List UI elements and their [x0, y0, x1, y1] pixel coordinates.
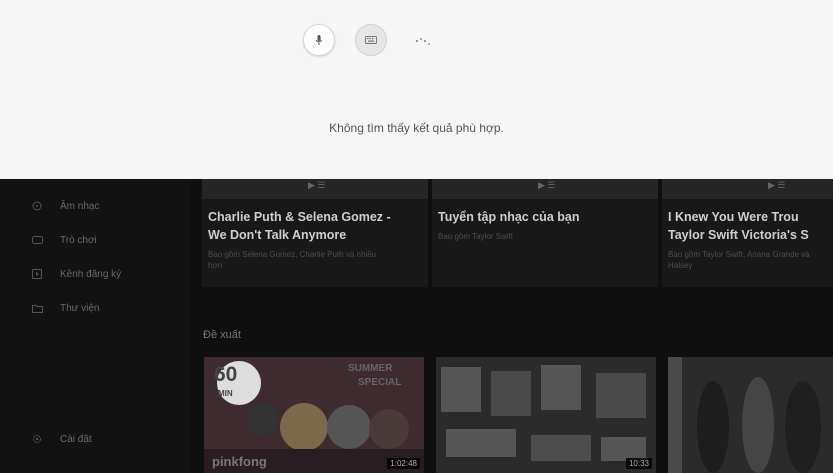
card-title: I Knew You Were Trou Taylor Swift Victori…: [668, 210, 809, 242]
playlist-card[interactable]: ▶ ☰ Charlie Puth & Selena Gomez - We Don'…: [202, 179, 428, 287]
sidebar-item-label: Cài đặt: [60, 433, 92, 445]
thumbnail: ▶ ☰: [202, 179, 428, 199]
duration-badge: 10:33: [625, 458, 652, 469]
playlist-icon: ▶ ☰: [308, 180, 326, 190]
sidebar-item-subscriptions[interactable]: Kênh đăng ký: [30, 267, 121, 281]
card-subtitle: Bao gồm Selena Gomez, Charlie Puth và nh…: [208, 250, 377, 270]
sidebar-item-label: Âm nhạc: [60, 200, 100, 212]
sidebar-item-label: Thư viện: [60, 302, 100, 314]
thumb-text: SPECIAL: [358, 377, 402, 388]
thumbnail: ▶ ☰: [432, 179, 658, 199]
keyboard-search-button[interactable]: [355, 24, 387, 56]
section-title: Đề xuất: [203, 329, 241, 341]
thumb-text: SUMMER: [348, 363, 393, 374]
card-subtitle: Bao gồm Taylor Swift: [438, 232, 513, 241]
video-thumbnail[interactable]: [668, 357, 833, 473]
badge-sub: MIN: [218, 389, 233, 398]
music-icon: [30, 199, 44, 213]
sidebar-item-label: Trò chơi: [60, 234, 97, 246]
thumbnail-art: [668, 357, 833, 473]
main-content: ▶ ☰ Charlie Puth & Selena Gomez - We Don'…: [190, 179, 833, 473]
badge-number: 60: [214, 363, 238, 386]
gamepad-icon: [30, 233, 44, 247]
video-thumbnail[interactable]: 60 MIN SUMMER SPECIAL pinkfong 1:02:48: [204, 357, 424, 473]
sidebar-item-settings[interactable]: Cài đặt: [30, 432, 92, 446]
playlist-icon: ▶ ☰: [538, 180, 556, 190]
card-title: Tuyển tập nhạc của bạn: [438, 210, 580, 224]
duration-badge: 1:02:48: [387, 458, 420, 469]
no-results-message: Không tìm thấy kết quả phù hợp.: [329, 121, 504, 135]
keyboard-icon: [365, 36, 377, 44]
sidebar-item-library[interactable]: Thư viện: [30, 301, 100, 315]
voice-search-button[interactable]: [303, 24, 335, 56]
sidebar-item-games[interactable]: Trò chơi: [30, 233, 97, 247]
brand-logo: pinkfong: [212, 454, 267, 469]
playlist-card[interactable]: ▶ ☰ I Knew You Were Trou Taylor Swift Vic…: [662, 179, 833, 287]
gear-icon: [30, 432, 44, 446]
microphone-icon: [315, 35, 323, 45]
playlist-card[interactable]: ▶ ☰ Tuyển tập nhạc của bạn Bao gồm Taylo…: [432, 179, 658, 287]
sidebar: Âm nhạc Trò chơi Kênh đăng ký Thư viện C…: [0, 179, 190, 473]
folder-icon: [30, 301, 44, 315]
sidebar-item-music[interactable]: Âm nhạc: [30, 199, 99, 213]
playlist-icon: ▶ ☰: [768, 180, 786, 190]
thumbnail-art: [436, 357, 656, 473]
search-panel: Không tìm thấy kết quả phù hợp.: [0, 0, 833, 179]
thumbnail: ▶ ☰: [662, 179, 833, 199]
subscriptions-icon: [30, 267, 44, 281]
video-thumbnail[interactable]: 10:33: [436, 357, 656, 473]
card-subtitle: Bao gồm Taylor Swift, Ariana Grande và Ha…: [668, 250, 810, 270]
card-title: Charlie Puth & Selena Gomez - We Don't Ta…: [208, 210, 391, 242]
sidebar-item-label: Kênh đăng ký: [60, 268, 122, 280]
spinner-icon: [416, 38, 430, 45]
